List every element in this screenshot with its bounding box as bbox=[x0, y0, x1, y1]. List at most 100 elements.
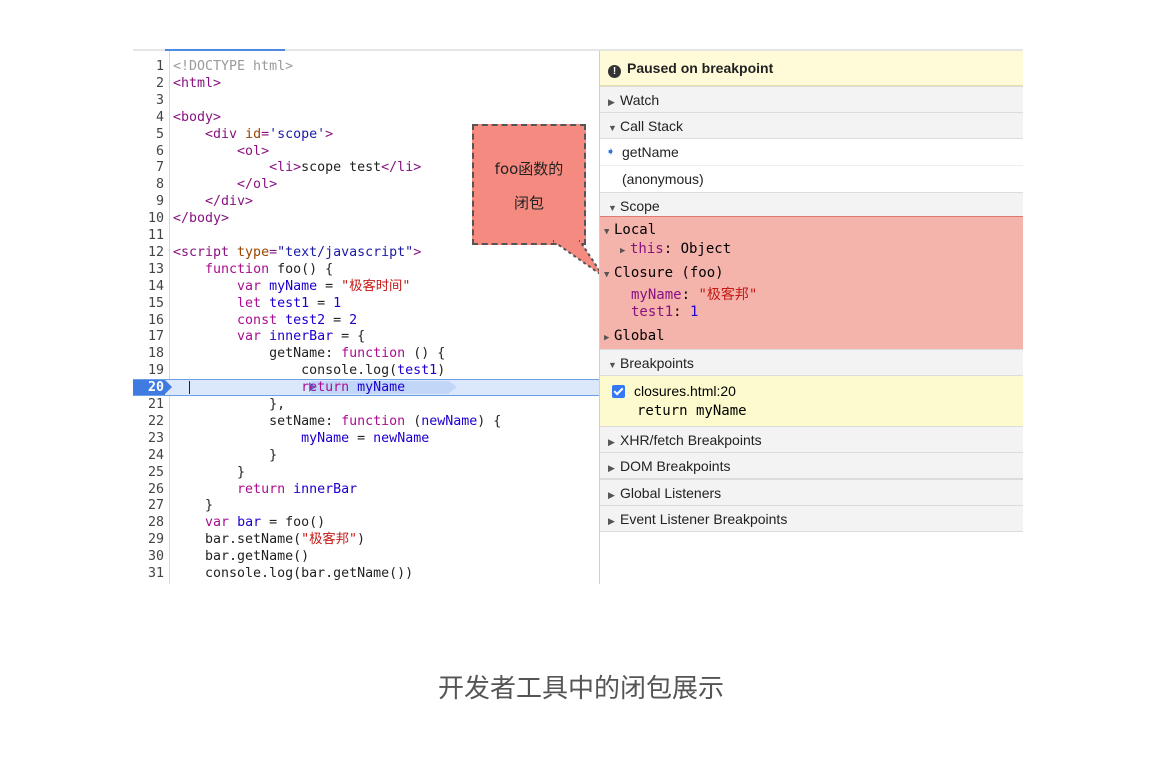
call-stack-label: Call Stack bbox=[620, 118, 684, 134]
line-number[interactable]: 1 bbox=[133, 58, 164, 75]
line-number[interactable]: 9 bbox=[133, 193, 164, 210]
closure-callout: foo函数的 闭包 bbox=[472, 124, 586, 245]
section-dom-breakpoints[interactable]: ▶ DOM Breakpoints bbox=[600, 452, 1023, 479]
line-number[interactable]: 17 bbox=[133, 328, 164, 345]
section-call-stack[interactable]: ▼ Call Stack bbox=[600, 112, 1023, 139]
breakpoint-item[interactable]: closures.html:20 return myName bbox=[600, 376, 1023, 426]
line-number[interactable]: 6 bbox=[133, 143, 164, 160]
code-line[interactable]: 31 console.log(bar.getName()) bbox=[133, 565, 599, 582]
code-text: var innerBar = { bbox=[173, 328, 365, 345]
code-text: return myName bbox=[173, 380, 405, 395]
code-line[interactable]: 19 console.log(test1) bbox=[133, 362, 599, 379]
code-line[interactable]: 15 let test1 = 1 bbox=[133, 295, 599, 312]
line-number[interactable]: 12 bbox=[133, 244, 164, 261]
section-scope[interactable]: ▼ Scope bbox=[600, 192, 1023, 219]
line-number[interactable]: 27 bbox=[133, 497, 164, 514]
code-line[interactable]: 23 myName = newName bbox=[133, 430, 599, 447]
line-number[interactable]: 20 bbox=[133, 380, 164, 395]
line-number[interactable]: 10 bbox=[133, 210, 164, 227]
scope-global[interactable]: ▶ Global bbox=[604, 328, 665, 344]
line-number[interactable]: 2 bbox=[133, 75, 164, 92]
line-number[interactable]: 4 bbox=[133, 109, 164, 126]
code-line[interactable]: 2 <html> bbox=[133, 75, 599, 92]
section-event-listener-breakpoints[interactable]: ▶ Event Listener Breakpoints bbox=[600, 505, 1023, 532]
line-number[interactable]: 7 bbox=[133, 159, 164, 176]
line-number[interactable]: 31 bbox=[133, 565, 164, 582]
line-number[interactable]: 29 bbox=[133, 531, 164, 548]
code-editor[interactable]: 1 <!DOCTYPE html> 2 <html> 3 4 <body> 5 <div id… bbox=[133, 51, 599, 584]
code-line[interactable]: 21 }, bbox=[133, 396, 599, 413]
breakpoint-checkbox[interactable] bbox=[612, 385, 625, 398]
section-xhr-breakpoints[interactable]: ▶ XHR/fetch Breakpoints bbox=[600, 426, 1023, 453]
code-line[interactable]: 12 <script type="text/javascript"> bbox=[133, 244, 599, 261]
code-token: </body> bbox=[173, 211, 230, 227]
code-line[interactable]: 25 } bbox=[133, 464, 599, 481]
code-line[interactable]: 24 } bbox=[133, 447, 599, 464]
code-token: > bbox=[413, 244, 422, 260]
line-number[interactable]: 15 bbox=[133, 295, 164, 312]
code-line-current[interactable]: 20 return myName bbox=[133, 379, 599, 397]
code-line[interactable]: 26 return innerBar bbox=[133, 481, 599, 498]
code-token: <li> bbox=[269, 160, 302, 176]
section-breakpoints[interactable]: ▼ Breakpoints bbox=[600, 349, 1023, 376]
section-watch[interactable]: ▶ Watch bbox=[600, 86, 1023, 113]
frame-label: getName bbox=[622, 144, 679, 160]
closure-var-test1[interactable]: test1: 1 bbox=[631, 304, 698, 320]
line-number[interactable]: 24 bbox=[133, 447, 164, 464]
code-line[interactable]: 3 bbox=[133, 92, 599, 109]
line-number[interactable]: 3 bbox=[133, 92, 164, 109]
line-number[interactable]: 30 bbox=[133, 548, 164, 565]
code-line[interactable]: 16 const test2 = 2 bbox=[133, 312, 599, 329]
code-token: myName bbox=[301, 430, 350, 446]
watch-label: Watch bbox=[620, 92, 660, 108]
code-token: = foo() bbox=[261, 515, 326, 531]
call-frame-getname[interactable]: ➧ getName bbox=[600, 139, 1023, 166]
line-number[interactable]: 23 bbox=[133, 430, 164, 447]
code-line[interactable]: 1 <!DOCTYPE html> bbox=[133, 58, 599, 75]
code-token: <!DOCTYPE html> bbox=[173, 59, 294, 74]
call-frame-anonymous[interactable]: (anonymous) bbox=[600, 166, 1023, 193]
code-line[interactable]: 17 var innerBar = { bbox=[133, 328, 599, 345]
line-number[interactable]: 25 bbox=[133, 464, 164, 481]
code-line[interactable]: 22 setName: function (newName) { bbox=[133, 413, 599, 430]
line-number[interactable]: 22 bbox=[133, 413, 164, 430]
code-text: bar.getName() bbox=[173, 548, 309, 565]
line-number[interactable]: 13 bbox=[133, 261, 164, 278]
line-number[interactable]: 19 bbox=[133, 362, 164, 379]
code-line[interactable]: 13 function foo() { bbox=[133, 261, 599, 278]
code-token: ) { bbox=[477, 413, 502, 429]
code-text: setName: function (newName) { bbox=[173, 413, 501, 430]
line-number[interactable]: 16 bbox=[133, 312, 164, 329]
code-text: console.log(bar.getName()) bbox=[173, 565, 413, 582]
scope-global-label: Global bbox=[614, 328, 665, 344]
code-line[interactable]: 28 var bar = foo() bbox=[133, 514, 599, 531]
code-line[interactable]: 14 var myName = "极客时间" bbox=[133, 278, 599, 295]
triangle-right-icon: ▶ bbox=[608, 516, 615, 526]
code-line[interactable]: 18 getName: function () { bbox=[133, 345, 599, 362]
line-number[interactable]: 11 bbox=[133, 227, 164, 244]
line-number[interactable]: 8 bbox=[133, 176, 164, 193]
line-number[interactable]: 21 bbox=[133, 396, 164, 413]
line-number[interactable]: 5 bbox=[133, 126, 164, 143]
scope-this[interactable]: ▶ this: Object bbox=[620, 241, 731, 257]
code-line[interactable]: 29 bar.setName("极客邦") bbox=[133, 531, 599, 548]
code-token: myName bbox=[269, 278, 318, 294]
debugger-sidebar: ! Paused on breakpoint ▶ Watch ▼ Call Stack… bbox=[599, 51, 1023, 584]
code-token: } bbox=[173, 447, 278, 463]
closure-var-myname[interactable]: myName: "极客邦" bbox=[631, 284, 757, 304]
global-listeners-label: Global Listeners bbox=[620, 485, 722, 501]
code-text: var myName = "极客时间" bbox=[173, 278, 410, 295]
line-number[interactable]: 28 bbox=[133, 514, 164, 531]
code-token: </div> bbox=[205, 194, 254, 210]
line-number[interactable]: 26 bbox=[133, 481, 164, 498]
section-global-listeners[interactable]: ▶ Global Listeners bbox=[600, 479, 1023, 506]
code-text: } bbox=[173, 464, 245, 481]
code-token: function bbox=[341, 346, 414, 362]
scope-local[interactable]: ▼ Local bbox=[604, 222, 656, 238]
scope-closure[interactable]: ▼ Closure (foo) bbox=[604, 265, 724, 281]
code-line[interactable]: 27 } bbox=[133, 497, 599, 514]
line-number[interactable]: 14 bbox=[133, 278, 164, 295]
line-number[interactable]: 18 bbox=[133, 345, 164, 362]
code-line[interactable]: 30 bar.getName() bbox=[133, 548, 599, 565]
